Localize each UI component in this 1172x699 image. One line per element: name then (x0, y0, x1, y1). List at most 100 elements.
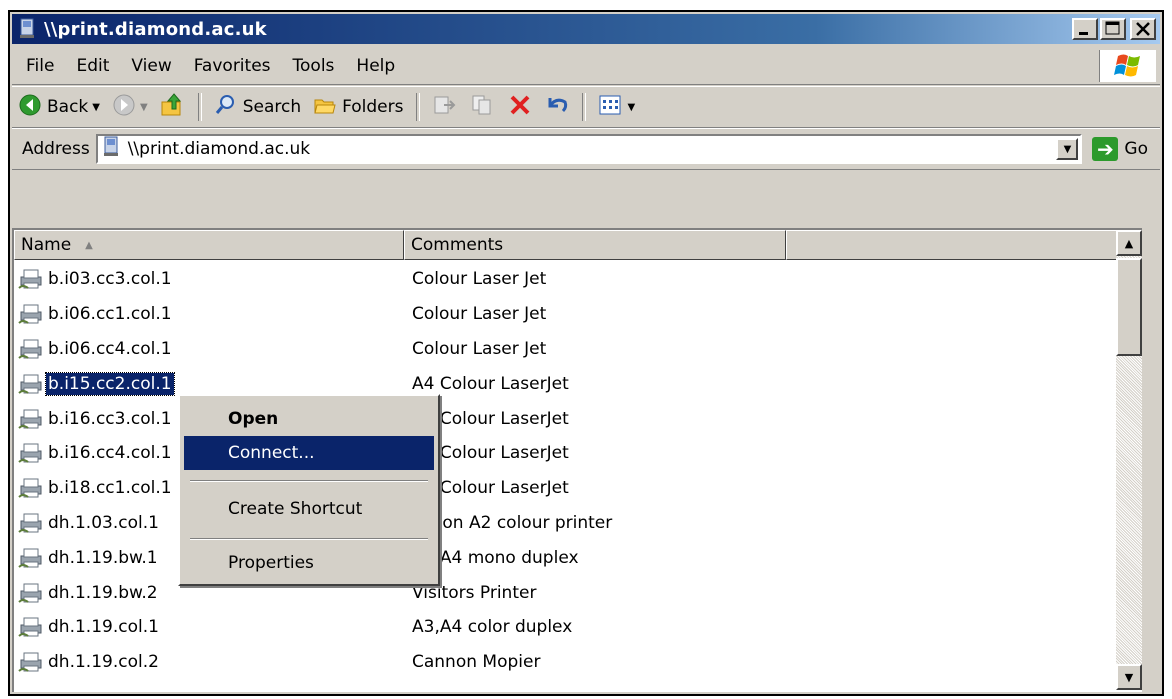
sort-ascending-icon: ▲ (85, 239, 93, 251)
network-printer-icon (18, 268, 44, 290)
column-header-comments[interactable]: Comments (404, 230, 786, 260)
network-printer-icon (18, 477, 44, 499)
list-item-name[interactable]: dh.1.19.col.1 (18, 616, 161, 638)
column-header-name[interactable]: Name ▲ (14, 230, 404, 260)
menu-edit[interactable]: Edit (65, 56, 120, 76)
list-item[interactable]: dh.1.19.col.2 Cannon Mopier (14, 645, 1128, 680)
move-to-icon (432, 93, 458, 122)
go-label: Go (1124, 139, 1148, 159)
move-to-button[interactable] (426, 90, 464, 124)
scroll-down-button[interactable]: ▼ (1116, 664, 1142, 690)
chevron-down-icon[interactable]: ▼ (628, 102, 636, 113)
menu-item-properties[interactable]: Properties (184, 546, 434, 580)
menu-tools[interactable]: Tools (282, 56, 346, 76)
list-item-name[interactable]: dh.1.19.bw.1 (18, 547, 160, 569)
search-label: Search (242, 97, 302, 117)
list-item-comment: A3,A4 color duplex (412, 617, 573, 638)
list-item-name[interactable]: b.i18.cc1.col.1 (18, 477, 174, 499)
menu-help[interactable]: Help (345, 56, 406, 76)
list-item-comment: Colour Laser Jet (412, 269, 547, 290)
list-item[interactable]: b.i06.cc1.col.1 Colour Laser Jet (14, 297, 1128, 332)
menu-item-create-shortcut[interactable]: Create Shortcut (184, 492, 434, 526)
list-item-name-label: b.i18.cc1.col.1 (48, 478, 172, 499)
delete-button[interactable] (502, 90, 538, 124)
toolbar-separator (581, 93, 586, 121)
list-item-name-label: dh.1.03.col.1 (48, 512, 159, 533)
minimize-button[interactable] (1072, 18, 1098, 40)
list-item-name-label: dh.1.19.col.2 (48, 652, 159, 673)
network-printer-icon (18, 512, 44, 534)
column-header-empty[interactable] (786, 230, 1128, 260)
list-item-name[interactable]: dh.1.19.bw.2 (18, 582, 160, 604)
context-menu: Open Connect... Create Shortcut Properti… (178, 394, 440, 586)
list-item-name-label: b.i03.cc3.col.1 (48, 269, 172, 290)
menu-bar: File Edit View Favorites Tools Help (12, 48, 1160, 85)
address-dropdown-button[interactable]: ▼ (1056, 138, 1079, 160)
list-item-comment: Colour Laser Jet (412, 304, 547, 325)
list-item-comment: Epson A2 colour printer (412, 512, 613, 533)
network-printer-icon (18, 582, 44, 604)
network-computer-icon (102, 136, 122, 163)
list-item-name-label: dh.1.19.bw.1 (48, 547, 158, 568)
menu-view[interactable]: View (120, 56, 182, 76)
copy-to-button[interactable] (464, 90, 502, 124)
network-printer-icon (18, 616, 44, 638)
forward-icon (112, 93, 136, 122)
list-item-comment: A4 Colour LaserJet (412, 373, 569, 394)
search-button[interactable]: Search (208, 90, 307, 124)
list-item-name[interactable]: b.i16.cc3.col.1 (18, 408, 174, 430)
scroll-up-button[interactable]: ▲ (1116, 230, 1142, 256)
list-item-name[interactable]: b.i06.cc1.col.1 (18, 303, 174, 325)
menu-file[interactable]: File (12, 56, 65, 76)
scroll-thumb[interactable] (1116, 258, 1142, 356)
list-item-name[interactable]: b.i03.cc3.col.1 (18, 268, 174, 290)
views-button[interactable]: ▼ (592, 90, 642, 124)
go-arrow-icon: ➔ (1092, 137, 1119, 161)
list-item-name-label: b.i16.cc3.col.1 (48, 408, 172, 429)
list-item-name[interactable]: b.i16.cc4.col.1 (18, 442, 174, 464)
list-item-name[interactable]: b.i15.cc2.col.1 (18, 371, 175, 396)
undo-button[interactable] (538, 90, 576, 124)
back-label: Back (47, 97, 89, 117)
address-value: \\print.diamond.ac.uk (127, 139, 311, 159)
menu-favorites[interactable]: Favorites (183, 56, 282, 76)
folders-button[interactable]: Folders (307, 90, 409, 124)
list-item-name-label: b.i16.cc4.col.1 (48, 443, 172, 464)
window-title: \\print.diamond.ac.uk (44, 18, 267, 40)
address-input[interactable]: \\print.diamond.ac.uk ▼ (95, 134, 1083, 164)
folders-label: Folders (342, 97, 404, 117)
chevron-down-icon[interactable]: ▼ (140, 102, 148, 113)
forward-button[interactable]: ▼ (106, 90, 154, 124)
menu-item-open[interactable]: Open (184, 402, 434, 436)
network-printer-icon (18, 547, 44, 569)
go-button[interactable]: ➔ Go (1082, 137, 1160, 161)
network-computer-icon (18, 18, 38, 40)
up-folder-icon (160, 92, 186, 123)
explorer-window: \\print.diamond.ac.uk File Edit View Fav… (8, 10, 1164, 696)
list-item-name[interactable]: dh.1.19.col.2 (18, 651, 161, 673)
back-button[interactable]: Back ▼ (12, 90, 106, 124)
menu-item-connect[interactable]: Connect... (184, 436, 434, 470)
up-button[interactable] (154, 90, 192, 124)
list-item[interactable]: b.i06.cc4.col.1 Colour Laser Jet (14, 332, 1128, 367)
title-bar[interactable]: \\print.diamond.ac.uk (12, 14, 1160, 44)
menu-item-properties-label: Properties (228, 553, 314, 573)
column-name-label: Name (21, 235, 72, 255)
close-button[interactable] (1130, 18, 1156, 40)
vertical-scrollbar[interactable]: ▲ ▼ (1116, 230, 1142, 690)
chevron-down-icon[interactable]: ▼ (92, 102, 100, 113)
list-item[interactable]: dh.1.19.col.1 A3,A4 color duplex (14, 610, 1128, 645)
views-icon (598, 94, 624, 121)
list-item-name[interactable]: b.i06.cc4.col.1 (18, 338, 174, 360)
list-item-name-label: b.i06.cc4.col.1 (48, 338, 172, 359)
delete-icon (508, 93, 532, 122)
windows-logo-icon (1099, 50, 1156, 82)
maximize-button[interactable] (1100, 18, 1126, 40)
list-item-name[interactable]: dh.1.03.col.1 (18, 512, 161, 534)
toolbar-separator (197, 93, 202, 121)
menu-item-open-label: Open (228, 409, 279, 429)
list-item-comment: Cannon Mopier (412, 652, 541, 673)
network-printer-icon (18, 442, 44, 464)
list-item[interactable]: b.i03.cc3.col.1 Colour Laser Jet (14, 262, 1128, 297)
address-label: Address (22, 139, 90, 159)
